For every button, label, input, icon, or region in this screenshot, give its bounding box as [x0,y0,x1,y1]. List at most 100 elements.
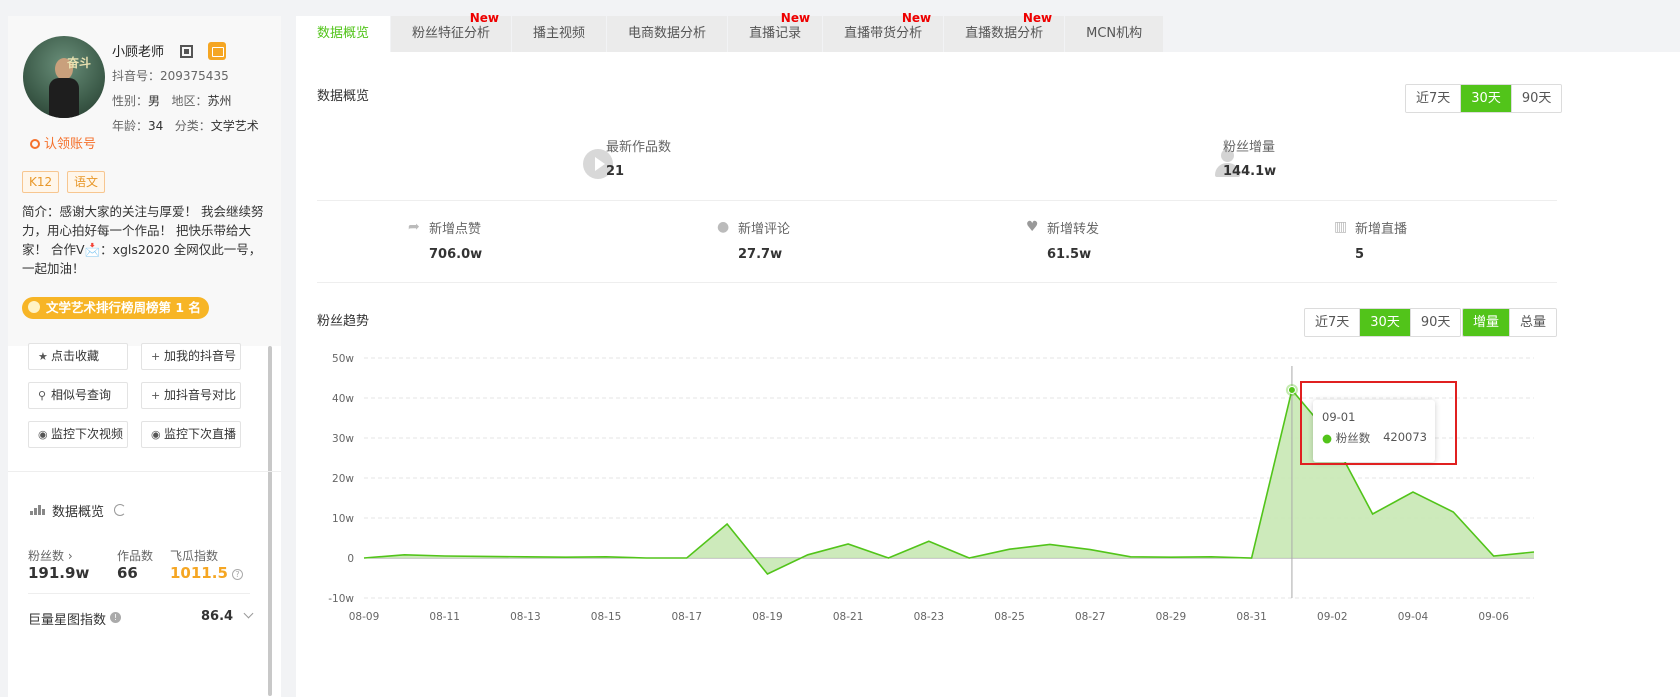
chevron-right-icon: › [67,549,73,563]
y-tick-label: 40w [332,393,354,405]
star-icon: ★ [38,350,48,363]
add-douyin-button[interactable]: + 加我的抖音号 [141,343,241,370]
eye-icon: ◉ [151,428,161,441]
x-tick-label: 08-09 [349,611,380,623]
x-tick-label: 08-11 [429,611,460,623]
gender-region: 性别：男 地区：苏州 [112,94,232,108]
comment-icon: ● [717,219,730,235]
y-tick-label: 10w [332,513,354,525]
age-category: 年龄：34 分类：文学艺术 [112,119,259,133]
region-value: 苏州 [207,94,232,108]
tab-mcn[interactable]: MCN机构 [1065,16,1164,52]
comments-label: 新增评论 [738,222,791,237]
main-content: 数据概览 粉丝特征分析 New 播主视频 电商数据分析 直播记录 New 直播带货分… [296,11,1680,697]
x-tick-label: 08-13 [510,611,541,623]
gender-value: 男 [148,94,161,108]
new-badge: New [780,11,811,25]
fans-trend-chart[interactable]: 50w 40w 30w 20w 10w 0 -10w 08-09 08-11 08-13 08-15… [296,336,1680,626]
side-overview-title: 数据概览 [52,505,105,520]
add-compare-button[interactable]: + 加抖音号对比 [141,382,241,409]
tab-fans-analysis[interactable]: 粉丝特征分析 New [391,11,512,52]
similar-search-button[interactable]: ⚲ 相似号查询 [28,382,128,409]
trend-title: 粉丝趋势 [317,314,370,329]
range-7d[interactable]: 近7天 [1406,85,1462,112]
tab-ecommerce[interactable]: 电商数据分析 [607,16,728,52]
y-tick-label: -10w [328,593,354,605]
x-tick-label: 08-31 [1236,611,1267,623]
share-arrow-icon: ➦ [408,219,420,235]
overview-range-selector: 近7天 30天 90天 [1405,84,1563,113]
x-tick-label: 08-17 [672,611,703,623]
likes-value: 706.0w [429,247,483,262]
new-badge: New [901,11,932,25]
fans-inc-value: 144.1w [1223,164,1277,179]
refresh-icon[interactable] [114,504,126,516]
search-icon: ⚲ [38,389,47,402]
tag-chinese: 语文 [67,171,106,193]
tag-k12: K12 [22,171,60,193]
fans-value: 191.9w [28,564,90,582]
trend-range-90d[interactable]: 90天 [1410,309,1461,336]
fans-label[interactable]: 粉丝数 › [28,547,73,564]
trend-range-30d[interactable]: 30天 [1360,309,1411,336]
tab-live-records[interactable]: 直播记录 New [728,11,823,52]
x-tick-label: 09-06 [1478,611,1509,623]
target-icon [30,139,40,149]
rank-badge[interactable]: 文学艺术排行榜周榜第 1 名 [22,297,209,319]
x-tick-label: 09-02 [1317,611,1348,623]
x-tick-label: 09-04 [1398,611,1429,623]
avatar-text: 奋斗 [67,56,92,70]
tab-live-sales[interactable]: 直播带货分析 New [823,11,944,52]
x-tick-label: 08-29 [1156,611,1187,623]
favorite-button[interactable]: ★ 点击收藏 [28,343,128,370]
y-tick-label: 0 [347,553,354,565]
category-value: 文学艺术 [210,119,259,133]
heart-icon: ♥ [1026,219,1039,235]
works-label: 作品数 [117,549,154,563]
new-badge: New [469,11,500,25]
juliang-label: 巨量星图指数 [28,613,107,628]
divider [8,471,281,472]
profile-bio: 简介：感谢大家的关注与厚爱！ 我会继续努力，用心拍好每一个作品！ 把快乐带给大家… [22,204,264,276]
bar-chart-icon [30,504,45,515]
live-value: 5 [1355,247,1365,262]
scrollbar[interactable] [268,346,272,696]
divider [317,282,1557,283]
index-label: 飞瓜指数 [170,549,219,563]
mode-increment[interactable]: 增量 [1463,309,1511,336]
range-30d[interactable]: 30天 [1461,85,1512,112]
x-tick-label: 08-15 [591,611,622,623]
works-value: 66 [117,564,138,582]
comments-value: 27.7w [738,247,783,262]
bar-chart-icon: ▥ [1334,219,1348,235]
profile-panel: 奋斗 小顾老师 抖音号：209375435 性别：男 地区：苏州 年龄：34 分… [8,16,281,697]
chevron-down-icon[interactable] [243,608,254,619]
tab-live-data[interactable]: 直播数据分析 New [944,11,1065,52]
help-icon[interactable]: ? [232,569,243,580]
plus-icon: + [151,350,161,363]
tab-overview[interactable]: 数据概览 [296,16,391,52]
tab-videos[interactable]: 播主视频 [512,16,607,52]
overview-title: 数据概览 [317,89,370,104]
shop-icon[interactable] [208,42,226,60]
info-icon[interactable]: ! [110,612,121,623]
y-tick-label: 20w [332,473,354,485]
monitor-live-button[interactable]: ◉ 监控下次直播 [141,421,241,448]
likes-label: 新增点赞 [429,222,482,237]
monitor-video-button[interactable]: ◉ 监控下次视频 [28,421,128,448]
claim-account-link[interactable]: 认领账号 [30,133,96,152]
plus-icon: + [151,389,161,402]
shares-value: 61.5w [1047,247,1092,262]
latest-works-value: 21 [606,164,625,179]
qr-code-icon[interactable] [180,45,193,58]
fans-inc-label: 粉丝增量 [1223,140,1276,155]
trend-range-7d[interactable]: 近7天 [1305,309,1361,336]
x-tick-label: 08-19 [752,611,783,623]
x-tick-label: 08-21 [833,611,864,623]
index-value: 1011.5 [170,564,228,582]
avatar-body [49,78,79,118]
trend-mode-selector: 增量 总量 [1462,308,1558,337]
range-90d[interactable]: 90天 [1511,85,1562,112]
avatar[interactable]: 奋斗 [23,36,105,118]
mode-total[interactable]: 总量 [1510,309,1557,336]
